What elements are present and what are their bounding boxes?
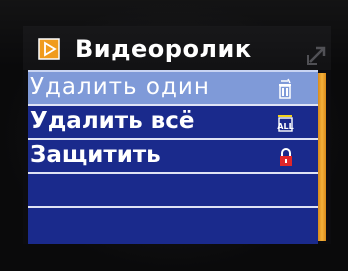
play-icon [38, 38, 60, 60]
delete-all-icon-text: ALL [277, 122, 293, 131]
camera-display-frame: Видеоролик Удалить один Удалить всё ALL … [0, 0, 348, 271]
menu-item-label: Удалить всё [30, 108, 195, 134]
lock-icon [280, 148, 292, 166]
page-title: Видеоролик [75, 35, 252, 63]
scrollbar-thumb[interactable] [318, 73, 326, 241]
menu-item-empty [28, 172, 318, 206]
menu-item-delete-all[interactable]: Удалить всё ALL [28, 104, 318, 138]
menu-item-empty [28, 206, 318, 240]
title-bar: Видеоролик [23, 26, 331, 70]
menu-item-label: Удалить один [30, 74, 210, 100]
menu-list: Удалить один Удалить всё ALL Защитить [28, 70, 318, 244]
menu-item-delete-one[interactable]: Удалить один [28, 70, 318, 104]
menu-item-label: Защитить [30, 142, 161, 168]
menu-item-protect[interactable]: Защитить [28, 138, 318, 172]
delete-one-icon [279, 78, 291, 99]
lcd-screen: Видеоролик Удалить один Удалить всё ALL … [23, 26, 331, 244]
scrollbar[interactable] [318, 73, 326, 241]
return-arrow-icon [307, 46, 326, 65]
delete-all-icon: ALL [277, 115, 294, 132]
